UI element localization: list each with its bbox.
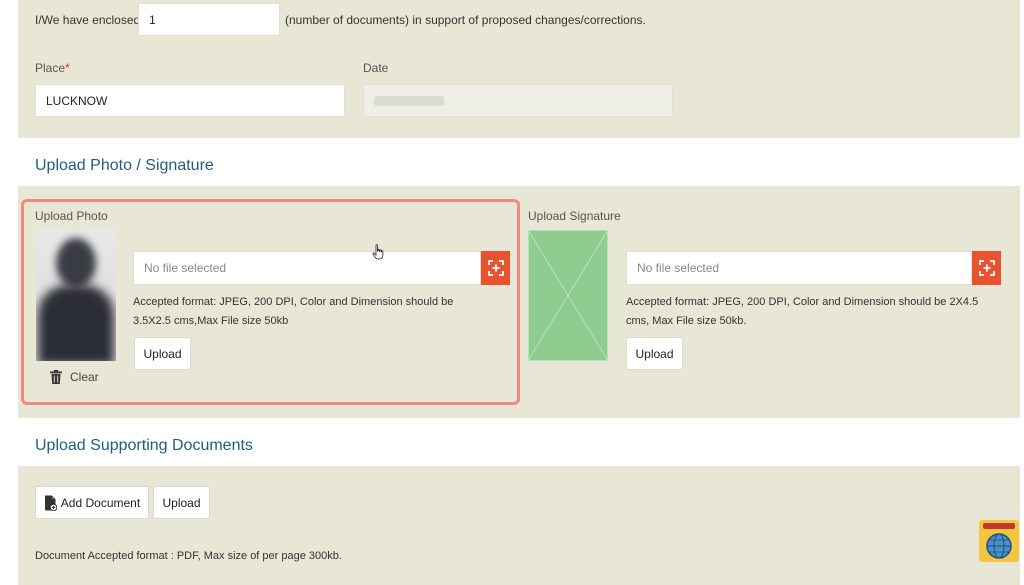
required-mark: * <box>65 61 70 75</box>
add-document-button[interactable]: Add Document <box>35 486 149 519</box>
documents-upload-button[interactable]: Upload <box>153 486 210 519</box>
signature-upload-button[interactable]: Upload <box>626 337 683 370</box>
signature-preview-placeholder <box>527 229 609 362</box>
enclosed-count-input[interactable]: 1 <box>138 3 280 36</box>
photo-preview-body <box>38 285 114 361</box>
date-input[interactable] <box>363 84 673 117</box>
signature-file-select-button[interactable] <box>972 251 1001 285</box>
document-add-icon <box>44 495 58 511</box>
photo-preview <box>36 230 116 361</box>
clear-photo-label: Clear <box>70 370 99 384</box>
trash-icon <box>50 370 62 384</box>
clear-photo-button[interactable]: Clear <box>50 370 99 384</box>
place-value: LUCKNOW <box>46 93 108 108</box>
documents-section-title: Upload Supporting Documents <box>35 437 253 454</box>
add-document-label: Add Document <box>60 495 141 510</box>
enclosed-label-prefix: I/We have enclosed <box>35 13 141 27</box>
documents-panel <box>18 466 1020 585</box>
photo-file-input[interactable]: No file selected <box>133 251 481 285</box>
photo-upload-button[interactable]: Upload <box>134 337 191 370</box>
photo-format-help: Accepted format: JPEG, 200 DPI, Color an… <box>133 296 454 327</box>
photo-file-select-button[interactable] <box>481 251 510 285</box>
image-placeholder-icon <box>527 229 609 362</box>
photo-file-placeholder: No file selected <box>144 261 227 275</box>
signature-label: Upload Signature <box>528 209 621 223</box>
date-value-redacted <box>374 95 444 106</box>
signature-file-input[interactable]: No file selected <box>626 251 972 285</box>
hand-cursor-icon <box>372 244 386 260</box>
enclosed-label-suffix: (number of documents) in support of prop… <box>285 13 646 27</box>
channel-logo-icon <box>979 520 1019 562</box>
date-label: Date <box>363 61 389 75</box>
place-input[interactable]: LUCKNOW <box>35 84 345 117</box>
place-label-text: Place <box>35 61 66 75</box>
crosshair-select-icon <box>487 260 504 276</box>
photo-label: Upload Photo <box>35 209 108 223</box>
photo-section-title: Upload Photo / Signature <box>35 157 214 174</box>
photo-preview-face <box>56 238 96 288</box>
crosshair-select-icon <box>978 260 995 276</box>
signature-format-help: Accepted format: JPEG, 200 DPI, Color an… <box>626 296 979 327</box>
place-label: Place* <box>35 61 70 75</box>
enclosed-count-value: 1 <box>149 12 156 27</box>
signature-file-placeholder: No file selected <box>637 261 720 275</box>
documents-format-note: Document Accepted format : PDF, Max size… <box>35 550 342 562</box>
